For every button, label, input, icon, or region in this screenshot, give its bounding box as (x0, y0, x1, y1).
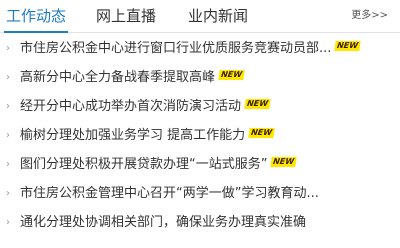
chevron-right-icon: › (6, 130, 10, 141)
new-badge: NEW (248, 128, 275, 138)
new-badge: NEW (244, 99, 271, 109)
new-badge: NEW (334, 41, 362, 51)
list-item[interactable]: › 市住房公积金管理中心召开“两学一做”学习教育动... (0, 179, 400, 208)
list-item[interactable]: › 高新分中心全力备战春季提取高峰 NEW (0, 63, 400, 92)
list-item[interactable]: › 经开分中心成功举办首次消防演习活动 NEW (0, 92, 400, 121)
chevron-right-icon: › (6, 188, 10, 199)
chevron-right-icon: › (6, 217, 10, 228)
tab-online-live[interactable]: 网上直播 (96, 4, 156, 28)
news-list: › 市住房公积金中心进行窗口行业优质服务竞赛动员部... NEW › 高新分中心全… (0, 34, 400, 237)
chevron-right-icon: › (6, 43, 10, 54)
news-title[interactable]: 图们分理处积极开展贷款办理“一站式服务” (20, 157, 267, 172)
list-item[interactable]: › 榆树分理处加强业务学习 提高工作能力 NEW (0, 121, 400, 150)
new-badge: NEW (270, 157, 298, 167)
news-title[interactable]: 高新分中心全力备战春季提取高峰 (20, 70, 215, 85)
news-title[interactable]: 榆树分理处加强业务学习 提高工作能力 (20, 128, 245, 143)
chevron-right-icon: › (6, 72, 10, 83)
list-item[interactable]: › 通化分理处协调相关部门，确保业务办理真实准确 (0, 208, 400, 237)
news-title[interactable]: 经开分中心成功举办首次消防演习活动 (20, 99, 241, 114)
chevron-right-icon: › (6, 101, 10, 112)
news-title[interactable]: 市住房公积金中心进行窗口行业优质服务竞赛动员部... (20, 41, 331, 56)
tab-industry-news[interactable]: 业内新闻 (188, 4, 248, 28)
more-link[interactable]: 更多>> (351, 9, 388, 23)
list-item[interactable]: › 市住房公积金中心进行窗口行业优质服务竞赛动员部... NEW (0, 34, 400, 63)
chevron-right-icon: › (6, 159, 10, 170)
new-badge: NEW (218, 70, 245, 80)
list-item[interactable]: › 图们分理处积极开展贷款办理“一站式服务” NEW (0, 150, 400, 179)
news-title[interactable]: 市住房公积金管理中心召开“两学一做”学习教育动... (20, 186, 319, 201)
tab-bar: 工作动态 网上直播 业内新闻 更多>> (0, 0, 400, 33)
tab-work-news[interactable]: 工作动态 (3, 4, 69, 33)
news-title[interactable]: 通化分理处协调相关部门，确保业务办理真实准确 (20, 215, 306, 230)
